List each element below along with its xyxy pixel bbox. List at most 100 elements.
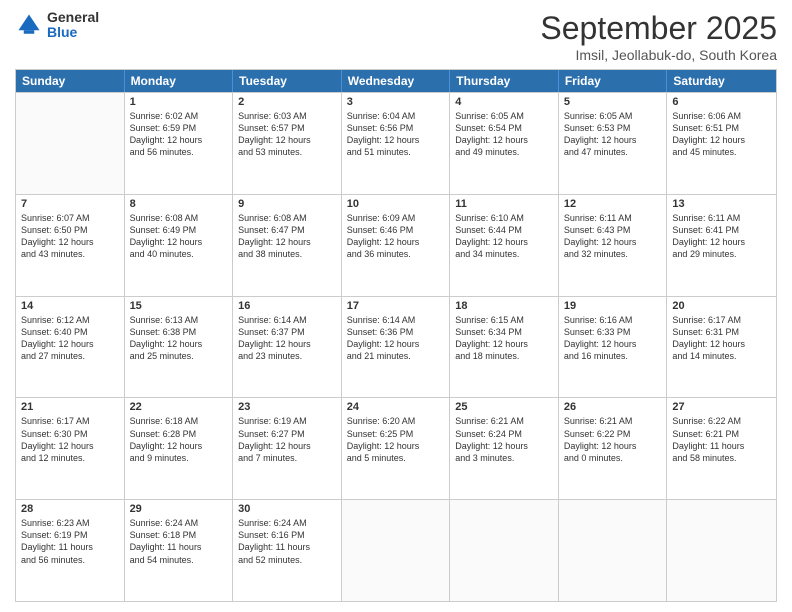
day-number: 11 (455, 198, 553, 210)
calendar-week-4: 21 Sunrise: 6:17 AM Sunset: 6:30 PM Dayli… (16, 397, 776, 499)
title-block: September 2025 Imsil, Jeollabuk-do, Sout… (540, 10, 777, 63)
calendar-cell: 29 Sunrise: 6:24 AM Sunset: 6:18 PM Dayli… (125, 500, 234, 601)
calendar-cell: 27 Sunrise: 6:22 AM Sunset: 6:21 PM Dayli… (667, 398, 776, 499)
calendar-cell: 12 Sunrise: 6:11 AM Sunset: 6:43 PM Dayli… (559, 195, 668, 296)
cell-info: Sunrise: 6:21 AM Sunset: 6:24 PM Dayligh… (455, 415, 553, 464)
calendar-cell: 20 Sunrise: 6:17 AM Sunset: 6:31 PM Dayli… (667, 297, 776, 398)
header-day-monday: Monday (125, 70, 234, 92)
header-day-sunday: Sunday (16, 70, 125, 92)
day-number: 12 (564, 198, 662, 210)
calendar-week-1: 1 Sunrise: 6:02 AM Sunset: 6:59 PM Daylig… (16, 92, 776, 194)
cell-info: Sunrise: 6:22 AM Sunset: 6:21 PM Dayligh… (672, 415, 771, 464)
calendar-week-3: 14 Sunrise: 6:12 AM Sunset: 6:40 PM Dayli… (16, 296, 776, 398)
logo-general-label: General (47, 10, 99, 25)
calendar-cell: 28 Sunrise: 6:23 AM Sunset: 6:19 PM Dayli… (16, 500, 125, 601)
calendar-cell (450, 500, 559, 601)
calendar-cell: 8Sunrise: 6:08 AM Sunset: 6:49 PM Daylig… (125, 195, 234, 296)
cell-info: Sunrise: 6:23 AM Sunset: 6:19 PM Dayligh… (21, 517, 119, 566)
calendar-cell: 3 Sunrise: 6:04 AM Sunset: 6:56 PM Daylig… (342, 93, 451, 194)
cell-info: Sunrise: 6:05 AM Sunset: 6:54 PM Dayligh… (455, 110, 553, 159)
day-number: 3 (347, 96, 445, 108)
calendar-cell (559, 500, 668, 601)
cell-info: Sunrise: 6:18 AM Sunset: 6:28 PM Dayligh… (130, 415, 228, 464)
calendar-cell: 18 Sunrise: 6:15 AM Sunset: 6:34 PM Dayli… (450, 297, 559, 398)
calendar-week-5: 28 Sunrise: 6:23 AM Sunset: 6:19 PM Dayli… (16, 499, 776, 601)
cell-info: Sunrise: 6:11 AM Sunset: 6:43 PM Dayligh… (564, 212, 662, 261)
logo-icon (15, 11, 43, 39)
day-number: 1 (130, 96, 228, 108)
logo-text: General Blue (47, 10, 99, 41)
calendar-body: 1 Sunrise: 6:02 AM Sunset: 6:59 PM Daylig… (16, 92, 776, 601)
day-number: 21 (21, 401, 119, 413)
calendar-cell (16, 93, 125, 194)
calendar-cell (667, 500, 776, 601)
cell-info: Sunrise: 6:07 AM Sunset: 6:50 PM Dayligh… (21, 212, 119, 261)
location-subtitle: Imsil, Jeollabuk-do, South Korea (540, 47, 777, 63)
cell-info: Sunrise: 6:19 AM Sunset: 6:27 PM Dayligh… (238, 415, 336, 464)
cell-info: Sunrise: 6:17 AM Sunset: 6:31 PM Dayligh… (672, 314, 771, 363)
day-number: 28 (21, 503, 119, 515)
calendar-cell: 9Sunrise: 6:08 AM Sunset: 6:47 PM Daylig… (233, 195, 342, 296)
calendar-cell: 6Sunrise: 6:06 AM Sunset: 6:51 PM Daylig… (667, 93, 776, 194)
header-day-wednesday: Wednesday (342, 70, 451, 92)
cell-info: Sunrise: 6:14 AM Sunset: 6:36 PM Dayligh… (347, 314, 445, 363)
cell-info: Sunrise: 6:08 AM Sunset: 6:47 PM Dayligh… (238, 212, 336, 261)
day-number: 17 (347, 300, 445, 312)
day-number: 30 (238, 503, 336, 515)
calendar-cell: 23 Sunrise: 6:19 AM Sunset: 6:27 PM Dayli… (233, 398, 342, 499)
calendar-cell: 19Sunrise: 6:16 AM Sunset: 6:33 PM Dayli… (559, 297, 668, 398)
day-number: 14 (21, 300, 119, 312)
calendar-cell: 30 Sunrise: 6:24 AM Sunset: 6:16 PM Dayli… (233, 500, 342, 601)
cell-info: Sunrise: 6:24 AM Sunset: 6:16 PM Dayligh… (238, 517, 336, 566)
cell-info: Sunrise: 6:17 AM Sunset: 6:30 PM Dayligh… (21, 415, 119, 464)
day-number: 4 (455, 96, 553, 108)
cell-info: Sunrise: 6:15 AM Sunset: 6:34 PM Dayligh… (455, 314, 553, 363)
cell-info: Sunrise: 6:13 AM Sunset: 6:38 PM Dayligh… (130, 314, 228, 363)
day-number: 18 (455, 300, 553, 312)
calendar-cell: 13Sunrise: 6:11 AM Sunset: 6:41 PM Dayli… (667, 195, 776, 296)
calendar-cell: 2 Sunrise: 6:03 AM Sunset: 6:57 PM Daylig… (233, 93, 342, 194)
cell-info: Sunrise: 6:02 AM Sunset: 6:59 PM Dayligh… (130, 110, 228, 159)
calendar-cell: 24Sunrise: 6:20 AM Sunset: 6:25 PM Dayli… (342, 398, 451, 499)
day-number: 23 (238, 401, 336, 413)
page: General Blue September 2025 Imsil, Jeoll… (0, 0, 792, 612)
cell-info: Sunrise: 6:09 AM Sunset: 6:46 PM Dayligh… (347, 212, 445, 261)
cell-info: Sunrise: 6:10 AM Sunset: 6:44 PM Dayligh… (455, 212, 553, 261)
day-number: 20 (672, 300, 771, 312)
calendar-cell: 26Sunrise: 6:21 AM Sunset: 6:22 PM Dayli… (559, 398, 668, 499)
header-day-thursday: Thursday (450, 70, 559, 92)
calendar-cell: 1 Sunrise: 6:02 AM Sunset: 6:59 PM Daylig… (125, 93, 234, 194)
cell-info: Sunrise: 6:04 AM Sunset: 6:56 PM Dayligh… (347, 110, 445, 159)
logo: General Blue (15, 10, 99, 41)
cell-info: Sunrise: 6:12 AM Sunset: 6:40 PM Dayligh… (21, 314, 119, 363)
header-day-friday: Friday (559, 70, 668, 92)
day-number: 10 (347, 198, 445, 210)
calendar-week-2: 7Sunrise: 6:07 AM Sunset: 6:50 PM Daylig… (16, 194, 776, 296)
calendar-cell: 5 Sunrise: 6:05 AM Sunset: 6:53 PM Daylig… (559, 93, 668, 194)
cell-info: Sunrise: 6:11 AM Sunset: 6:41 PM Dayligh… (672, 212, 771, 261)
day-number: 19 (564, 300, 662, 312)
day-number: 15 (130, 300, 228, 312)
day-number: 16 (238, 300, 336, 312)
calendar-cell: 21 Sunrise: 6:17 AM Sunset: 6:30 PM Dayli… (16, 398, 125, 499)
calendar-cell: 16 Sunrise: 6:14 AM Sunset: 6:37 PM Dayli… (233, 297, 342, 398)
day-number: 25 (455, 401, 553, 413)
calendar-header-row: SundayMondayTuesdayWednesdayThursdayFrid… (16, 70, 776, 92)
cell-info: Sunrise: 6:03 AM Sunset: 6:57 PM Dayligh… (238, 110, 336, 159)
day-number: 2 (238, 96, 336, 108)
cell-info: Sunrise: 6:05 AM Sunset: 6:53 PM Dayligh… (564, 110, 662, 159)
calendar-cell (342, 500, 451, 601)
day-number: 24 (347, 401, 445, 413)
day-number: 27 (672, 401, 771, 413)
day-number: 29 (130, 503, 228, 515)
day-number: 26 (564, 401, 662, 413)
day-number: 22 (130, 401, 228, 413)
day-number: 8 (130, 198, 228, 210)
header: General Blue September 2025 Imsil, Jeoll… (15, 10, 777, 63)
day-number: 5 (564, 96, 662, 108)
month-title: September 2025 (540, 10, 777, 47)
header-day-saturday: Saturday (667, 70, 776, 92)
cell-info: Sunrise: 6:14 AM Sunset: 6:37 PM Dayligh… (238, 314, 336, 363)
cell-info: Sunrise: 6:24 AM Sunset: 6:18 PM Dayligh… (130, 517, 228, 566)
calendar-cell: 7Sunrise: 6:07 AM Sunset: 6:50 PM Daylig… (16, 195, 125, 296)
